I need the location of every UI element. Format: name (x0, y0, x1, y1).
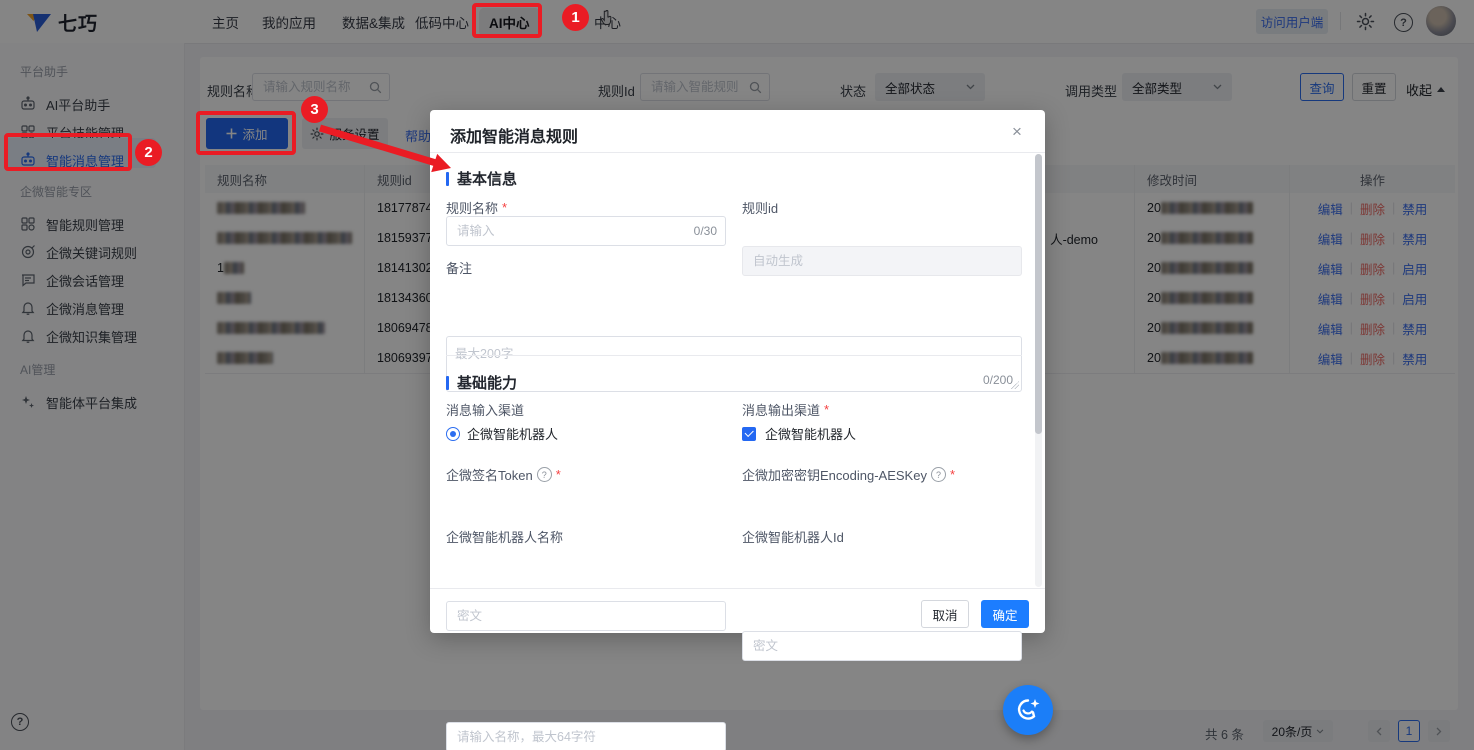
aeskey-label: 企微加密密钥Encoding-AESKey ?* (742, 465, 955, 484)
output-channel-label: 消息输出渠道* (742, 400, 829, 419)
section-bar (446, 172, 449, 186)
remark-label: 备注 (446, 258, 472, 277)
token-field[interactable] (446, 601, 726, 631)
annotation-badge-2: 2 (135, 139, 162, 166)
app-root: 七巧 主页 我的应用 数据&集成 低码中心 AI中心 中心 访问用户端 (0, 0, 1474, 750)
section-bar (446, 376, 449, 390)
rule-name-field[interactable]: 0/30 (446, 216, 726, 246)
annotation-badge-1: 1 (562, 4, 589, 31)
annotation-badge-3: 3 (301, 96, 328, 123)
cancel-button[interactable]: 取消 (921, 600, 969, 628)
ai-chat-sparkle-icon (1014, 696, 1042, 724)
remark-field[interactable]: 0/200 (446, 336, 1022, 392)
question-circle-icon[interactable]: ? (931, 467, 946, 482)
input-channel-radio[interactable]: 企微智能机器人 (446, 424, 558, 443)
modal-scrollbar-thumb[interactable] (1035, 154, 1042, 434)
token-label: 企微签名Token ?* (446, 465, 561, 484)
add-rule-modal: 添加智能消息规则 × 基本信息 规则名称* 0/30 规则id 备注 0/200… (430, 110, 1045, 633)
rule-id-label: 规则id (742, 198, 778, 217)
modal-section-divider (446, 355, 1022, 356)
rule-name-label: 规则名称* (446, 198, 507, 217)
confirm-button[interactable]: 确定 (981, 600, 1029, 628)
rule-name-counter: 0/30 (694, 224, 717, 238)
modal-title: 添加智能消息规则 (450, 123, 578, 147)
modal-header-divider (430, 152, 1045, 153)
section-basic-info: 基本信息 (446, 168, 517, 189)
output-channel-checkbox[interactable]: 企微智能机器人 (742, 424, 856, 443)
annotation-box-add-button (196, 111, 296, 155)
question-circle-icon[interactable]: ? (537, 467, 552, 482)
annotation-box-smart-message (4, 133, 132, 171)
checkbox-checked-icon (742, 427, 756, 441)
remark-counter: 0/200 (983, 373, 1013, 387)
resize-grip[interactable] (1011, 381, 1019, 389)
radio-selected-icon (446, 427, 460, 441)
section-capability: 基础能力 (446, 372, 517, 393)
bot-name-label: 企微智能机器人名称 (446, 527, 563, 546)
rule-id-field (742, 246, 1022, 276)
bot-id-label: 企微智能机器人Id (742, 527, 844, 546)
ai-assistant-float-button[interactable] (1003, 685, 1053, 735)
aeskey-field[interactable] (742, 631, 1022, 661)
close-icon[interactable]: × (1008, 123, 1026, 141)
modal-footer-divider (430, 588, 1045, 589)
annotation-box-ai-center (472, 3, 542, 38)
bot-name-field[interactable] (446, 722, 726, 750)
input-channel-label: 消息输入渠道 (446, 400, 524, 419)
